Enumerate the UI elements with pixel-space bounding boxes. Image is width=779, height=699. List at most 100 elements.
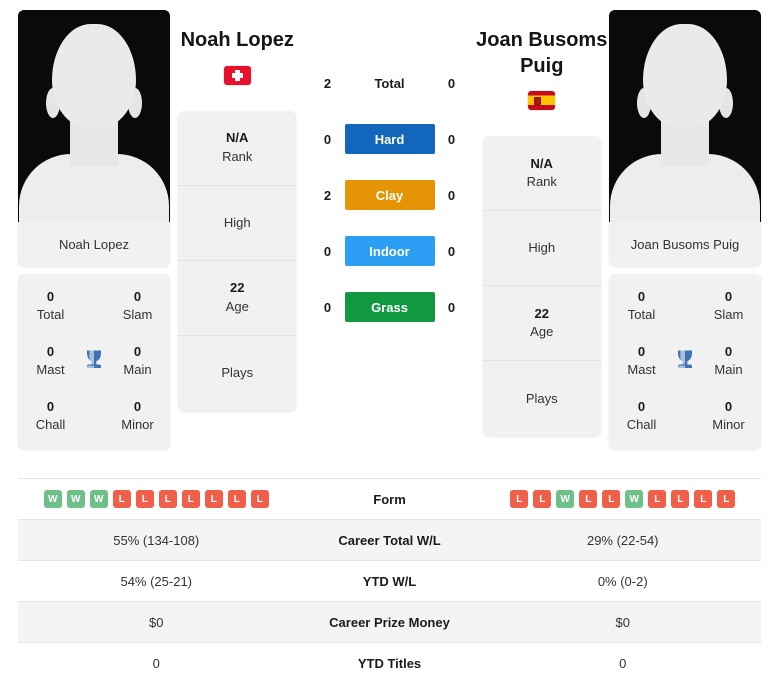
right-form-badge[interactable]: L <box>648 490 667 508</box>
right-ytd-titles-value: 0 <box>619 655 627 671</box>
right-titles-slam-label: Slam <box>713 306 744 322</box>
table-row: 0 YTD Titles 0 <box>18 642 761 683</box>
left-info-age-label: Age <box>225 298 249 314</box>
left-titles-total: 0 Total <box>24 288 77 323</box>
left-titles-mast: 0 Mast <box>24 343 77 378</box>
surface-clay-label[interactable]: Clay <box>344 180 435 210</box>
left-form-badge[interactable]: L <box>181 490 200 508</box>
left-info-high-label: High <box>223 214 251 230</box>
table-row: W W W L L L L L L L Form L L W L L W L L L L <box>18 478 761 519</box>
left-player-photo-card[interactable]: Noah Lopez <box>18 10 170 266</box>
left-player-info-column: Noah Lopez N/A Rank High 22 Age Plays <box>170 10 305 411</box>
right-form-badge[interactable]: L <box>602 490 621 508</box>
right-player-photo-caption: Joan Busoms Puig <box>609 222 761 266</box>
left-form-badge[interactable]: L <box>158 490 177 508</box>
right-career-total-w-l-value: 29% (22-54) <box>586 532 659 548</box>
left-form-badge[interactable]: L <box>112 490 131 508</box>
left-form-badge[interactable]: L <box>204 490 223 508</box>
left-titles-main-label: Main <box>123 361 152 377</box>
right-info-age-value: 22 <box>534 306 549 321</box>
left-titles-slam-value: 0 <box>133 289 142 304</box>
right-form-badge[interactable]: L <box>671 490 690 508</box>
surface-row-grass: 0 Grass 0 <box>305 292 475 322</box>
left-titles-mast-label: Mast <box>36 361 65 377</box>
ch-flag-icon <box>223 65 251 85</box>
surface-indoor-right-value: 0 <box>447 243 456 259</box>
left-titles-mast-value: 0 <box>46 344 55 360</box>
right-info-high-label: High <box>528 240 556 256</box>
right-titles-total: 0 Total <box>615 288 668 323</box>
left-form-badge[interactable]: W <box>66 490 85 508</box>
right-titles-grid: 0 Total 0 Slam 0 Mast 0 Main 0 Chall 0 M… <box>615 288 755 433</box>
right-player-titles-card: 0 Total 0 Slam 0 Mast 0 Main 0 Chall 0 M… <box>609 274 761 450</box>
left-titles-total-value: 0 <box>46 289 55 304</box>
right-titles-slam-value: 0 <box>724 289 733 304</box>
left-form-badge[interactable]: L <box>227 490 246 508</box>
right-titles-mast-value: 0 <box>637 344 646 360</box>
right-titles-chall-label: Chall <box>626 416 657 432</box>
right-form-badge[interactable]: L <box>579 490 598 508</box>
surface-hard-label[interactable]: Hard <box>344 124 435 154</box>
right-form-badge[interactable]: W <box>625 490 644 508</box>
table-row: $0 Career Prize Money $0 <box>18 601 761 642</box>
left-info-plays: Plays <box>178 336 296 411</box>
left-player-photo-column: Noah Lopez 0 Total 0 Slam 0 Mast 0 Main … <box>18 10 170 450</box>
right-titles-main-label: Main <box>714 361 743 377</box>
left-titles-main-value: 0 <box>133 344 142 360</box>
left-titles-slam-label: Slam <box>122 306 153 322</box>
surface-titles-column: 2 Total 0 0 Hard 0 2 Clay 0 0 Indoor 0 0 Grass 0 <box>305 10 475 322</box>
left-titles-total-label: Total <box>36 306 65 322</box>
surface-grass-right-value: 0 <box>447 299 456 315</box>
left-form-badge[interactable]: W <box>89 490 108 508</box>
left-player-avatar <box>18 10 170 222</box>
surface-row-clay: 2 Clay 0 <box>305 180 475 210</box>
surface-indoor-label[interactable]: Indoor <box>344 236 435 266</box>
surface-total-label[interactable]: Total <box>345 68 435 98</box>
right-form-badge[interactable]: L <box>694 490 713 508</box>
right-player-photo-card[interactable]: Joan Busoms Puig <box>609 10 761 266</box>
surface-clay-left-value: 2 <box>323 187 332 203</box>
right-player-info-column: Joan Busoms Puig N/A Rank High 22 Age Pl… <box>475 10 610 437</box>
left-form-strip: WWWLLLLLLL <box>18 490 295 508</box>
right-form-badge[interactable]: L <box>717 490 736 508</box>
right-player-avatar <box>609 10 761 222</box>
left-info-rank-label: Rank <box>222 148 253 164</box>
right-info-age: 22 Age <box>482 286 601 362</box>
left-form-badge[interactable]: W <box>43 490 62 508</box>
surface-indoor-left-value: 0 <box>323 243 332 259</box>
es-flag-icon <box>528 91 556 111</box>
right-titles-minor-value: 0 <box>724 399 733 415</box>
right-titles-slam: 0 Slam <box>702 288 755 323</box>
stat-label: YTD Titles <box>357 655 422 671</box>
surface-row-indoor: 0 Indoor 0 <box>305 236 475 266</box>
left-player-photo-caption: Noah Lopez <box>18 222 170 266</box>
left-titles-slam: 0 Slam <box>111 288 164 323</box>
left-career-prize-money-value: $0 <box>149 614 164 630</box>
right-titles-mast: 0 Mast <box>615 343 668 378</box>
left-form-badge[interactable]: L <box>250 490 269 508</box>
left-player-name[interactable]: Noah Lopez <box>181 28 294 54</box>
avatar-silhouette-head-icon <box>52 24 136 128</box>
right-info-rank: N/A Rank <box>482 136 601 212</box>
surface-grass-label[interactable]: Grass <box>344 292 435 322</box>
stat-label: Form <box>373 491 406 507</box>
right-titles-total-value: 0 <box>637 289 646 304</box>
left-titles-minor: 0 Minor <box>111 398 164 433</box>
left-info-rank-value: N/A <box>226 130 249 146</box>
right-form-badge[interactable]: W <box>556 490 575 508</box>
right-info-plays: Plays <box>483 361 601 436</box>
left-info-rank: N/A Rank <box>178 111 297 186</box>
left-info-plays-label: Plays <box>221 365 254 380</box>
left-info-high: High <box>178 186 297 261</box>
stat-label: YTD W/L <box>362 573 417 589</box>
left-form-badge[interactable]: L <box>135 490 154 508</box>
left-info-age-value: 22 <box>230 280 245 296</box>
right-form-badge[interactable]: L <box>510 490 529 508</box>
right-titles-mast-label: Mast <box>627 361 656 377</box>
surface-total-right-value: 0 <box>447 75 456 91</box>
player-comparison-page: Noah Lopez 0 Total 0 Slam 0 Mast 0 Main … <box>0 0 779 699</box>
right-form-badge[interactable]: L <box>533 490 552 508</box>
right-player-name[interactable]: Joan Busoms Puig <box>475 28 610 79</box>
right-titles-main-value: 0 <box>724 344 733 360</box>
surface-hard-right-value: 0 <box>447 131 456 147</box>
